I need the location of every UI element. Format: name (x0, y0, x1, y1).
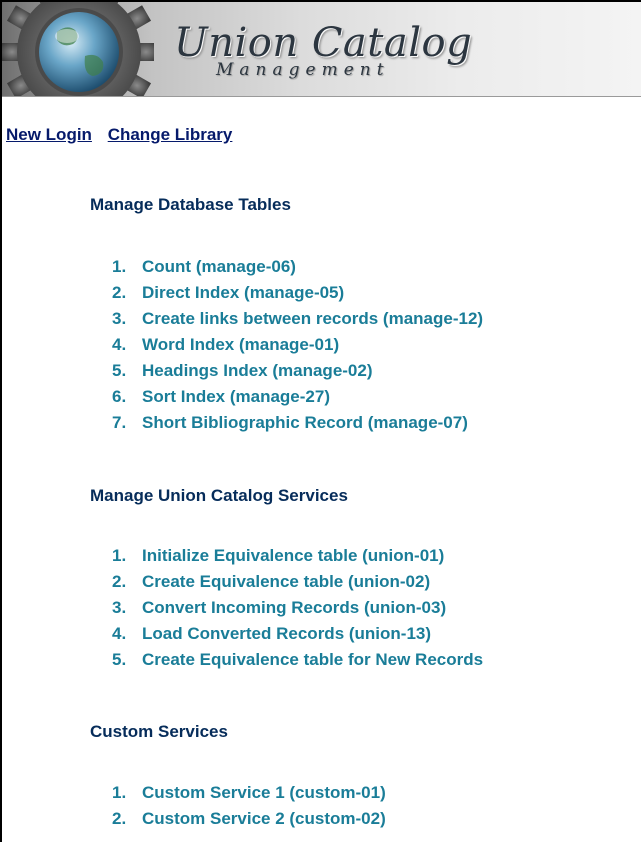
section-heading-custom-services: Custom Services (90, 722, 228, 741)
item-number: 4. (112, 335, 127, 354)
page-frame: Union Catalog Management New Login Chang… (0, 0, 641, 842)
globe-gear-icon (2, 2, 154, 96)
item-label: Count (manage-06) (142, 257, 296, 276)
item-number: 3. (112, 309, 127, 328)
header-banner: Union Catalog Management (2, 2, 641, 97)
item-label: Load Converted Records (union-13) (142, 624, 432, 643)
item-label: Custom Service 2 (custom-02) (142, 809, 386, 828)
item-label: Short Bibliographic Record (manage-07) (142, 413, 468, 432)
item-number: 2. (112, 283, 127, 302)
menu-item-convert-incoming[interactable]: 3. Convert Incoming Records (union-03) (112, 598, 446, 618)
section-heading-manage-union-catalog-services: Manage Union Catalog Services (90, 486, 348, 505)
item-number: 1. (112, 546, 127, 565)
menu-item-custom-service-2[interactable]: 2. Custom Service 2 (custom-02) (112, 809, 386, 829)
menu-item-direct-index[interactable]: 2. Direct Index (manage-05) (112, 283, 344, 303)
menu-item-word-index[interactable]: 4. Word Index (manage-01) (112, 335, 339, 355)
item-number: 4. (112, 624, 127, 643)
change-library-link[interactable]: Change Library (108, 125, 233, 144)
item-number: 2. (112, 572, 127, 591)
item-label: Create links between records (manage-12) (142, 309, 484, 328)
item-number: 6. (112, 387, 127, 406)
item-label: Convert Incoming Records (union-03) (142, 598, 447, 617)
section-heading-manage-database-tables: Manage Database Tables (90, 195, 291, 214)
item-label: Initialize Equivalence table (union-01) (142, 546, 445, 565)
item-number: 7. (112, 413, 127, 432)
menu-item-custom-service-1[interactable]: 1. Custom Service 1 (custom-01) (112, 783, 386, 803)
menu-item-initialize-equivalence[interactable]: 1. Initialize Equivalence table (union-01… (112, 546, 444, 566)
menu-item-sort-index[interactable]: 6. Sort Index (manage-27) (112, 387, 330, 407)
item-number: 3. (112, 598, 127, 617)
item-label: Custom Service 1 (custom-01) (142, 783, 386, 802)
item-number: 5. (112, 650, 127, 669)
menu-item-create-equivalence-new[interactable]: 5. Create Equivalence table for New Recor… (112, 650, 483, 670)
menu-item-create-links[interactable]: 3. Create links between records (manage-1… (112, 309, 483, 329)
menu-item-load-converted[interactable]: 4. Load Converted Records (union-13) (112, 624, 431, 644)
menu-item-create-equivalence[interactable]: 2. Create Equivalence table (union-02) (112, 572, 430, 592)
menu-item-count[interactable]: 1. Count (manage-06) (112, 257, 296, 277)
item-label: Create Equivalence table (union-02) (142, 572, 431, 591)
item-label: Word Index (manage-01) (142, 335, 340, 354)
item-number: 5. (112, 361, 127, 380)
menu-item-headings-index[interactable]: 5. Headings Index (manage-02) (112, 361, 373, 381)
item-label: Sort Index (manage-27) (142, 387, 330, 406)
item-number: 1. (112, 783, 127, 802)
menu-item-short-bib-record[interactable]: 7. Short Bibliographic Record (manage-07) (112, 413, 468, 433)
new-login-link[interactable]: New Login (6, 125, 92, 144)
item-number: 1. (112, 257, 127, 276)
item-label: Create Equivalence table for New Records (142, 650, 484, 669)
app-subtitle: Management (216, 60, 390, 80)
item-label: Direct Index (manage-05) (142, 283, 345, 302)
item-number: 2. (112, 809, 127, 828)
item-label: Headings Index (manage-02) (142, 361, 373, 380)
top-nav: New Login Change Library (6, 125, 243, 145)
